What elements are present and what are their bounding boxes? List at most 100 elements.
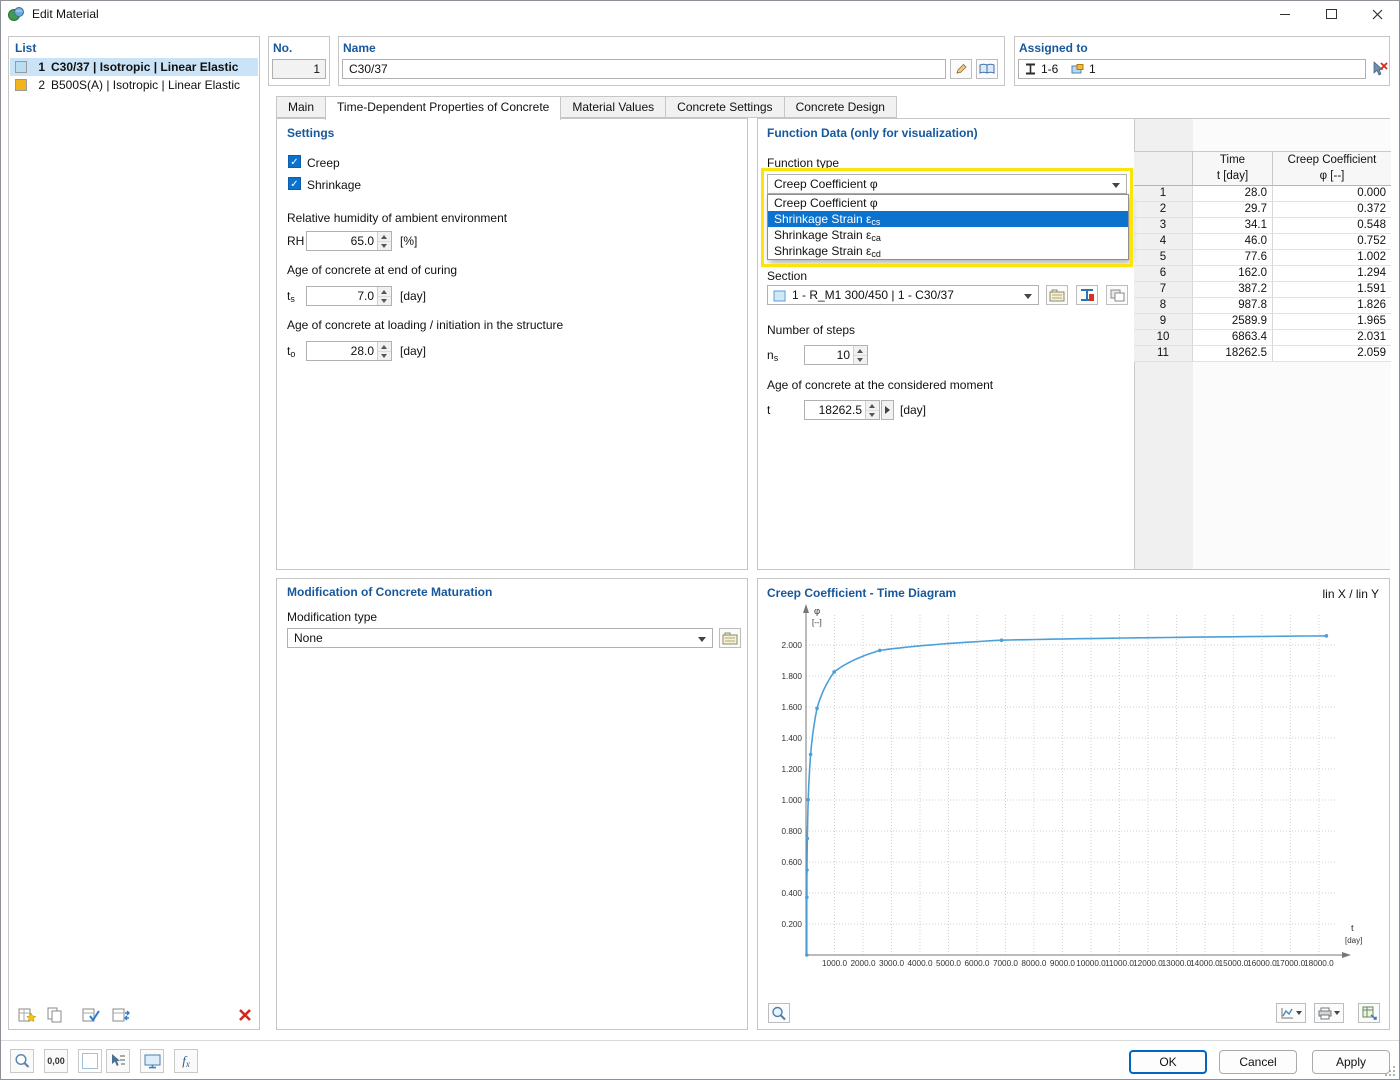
apply-button[interactable]: Apply [1312,1050,1390,1074]
section-info-button[interactable] [1076,285,1098,305]
ts-input[interactable]: 7.0 [306,286,392,306]
steps-spinner [853,346,867,364]
deselect-icon [1371,61,1388,77]
section-library-button[interactable] [1046,285,1068,305]
step-forward-button[interactable] [881,400,894,420]
assigned-members: 1-6 [1041,62,1058,76]
table-row[interactable]: 6162.01.294 [1134,266,1391,282]
spinner-down-button[interactable] [378,297,391,306]
age-input[interactable]: 18262.5 [804,400,880,420]
function-type-combo[interactable]: Creep Coefficient φ [767,174,1127,194]
footer-bar: 0,00 fx OK Cancel Apply [0,1040,1400,1080]
table-row[interactable]: 106863.42.031 [1134,330,1391,346]
material-name-input[interactable]: C30/37 [342,59,946,79]
dropdown-option[interactable]: Shrinkage Strain εca [768,227,1128,243]
minimize-button[interactable] [1262,0,1308,28]
svg-text:15000.0: 15000.0 [1219,959,1249,968]
table-row[interactable]: 577.61.002 [1134,250,1391,266]
dropdown-option[interactable]: Shrinkage Strain εcs [768,211,1128,227]
spinner-up-button[interactable] [378,232,391,242]
decimal-places-button[interactable]: 0,00 [44,1049,68,1073]
material-library-button[interactable] [976,59,998,79]
maturation-library-button[interactable] [719,628,741,648]
dropdown-option[interactable]: Shrinkage Strain εcd [768,243,1128,259]
t0-input[interactable]: 28.0 [306,341,392,361]
diagram-type-button[interactable] [1276,1003,1306,1023]
table-row[interactable]: 7387.21.591 [1134,282,1391,298]
spinner-down-button[interactable] [866,411,879,420]
new-material-button[interactable] [15,1005,39,1025]
dropdown-option[interactable]: Creep Coefficient φ [768,195,1128,211]
age-label: t [767,403,770,417]
pick-button[interactable] [106,1049,130,1073]
tab-concrete-settings[interactable]: Concrete Settings [665,96,783,118]
new-material-icon [18,1007,36,1023]
section-info-icon [1079,288,1095,302]
export-icon [1362,1006,1377,1020]
table-row[interactable]: 92589.91.965 [1134,314,1391,330]
shrinkage-checkbox[interactable] [288,177,301,190]
settings-panel: Settings Creep Shrinkage Relative humidi… [276,118,748,570]
rename-button[interactable] [950,59,972,79]
age-caption: Age of concrete at the considered moment [767,378,993,392]
import-material-button[interactable] [109,1005,133,1025]
display-settings-button[interactable] [140,1049,164,1073]
new-section-button[interactable] [1106,285,1128,305]
table-row[interactable]: 229.70.372 [1134,202,1391,218]
table-row[interactable]: 128.00.000 [1134,186,1391,202]
svg-text:14000.0: 14000.0 [1190,959,1220,968]
material-number-value: 1 [313,62,320,76]
steps-input[interactable]: 10 [804,345,868,365]
tab-main[interactable]: Main [276,96,325,118]
section-combo[interactable]: 1 - R_M1 300/450 | 1 - C30/37 [767,285,1039,305]
spinner-down-button[interactable] [378,242,391,251]
export-button[interactable] [1358,1003,1380,1023]
deselect-button[interactable] [1368,59,1390,79]
blank-swatch-icon [82,1053,98,1069]
spinner-up-button[interactable] [378,342,391,352]
settings-title: Settings [287,126,334,140]
spinner-up-button[interactable] [378,287,391,297]
maturation-title: Modification of Concrete Maturation [287,585,492,599]
spinner-up-button[interactable] [854,346,867,356]
delete-material-button[interactable] [233,1005,257,1025]
svg-text:0.800: 0.800 [782,827,803,836]
creep-checkbox[interactable] [288,155,301,168]
resize-grip[interactable] [1384,1065,1396,1077]
svg-text:[--]: [--] [812,618,822,627]
name-label: Name [343,41,376,55]
check-materials-button[interactable] [79,1005,103,1025]
ts-value: 7.0 [357,289,374,303]
table-row[interactable]: 334.10.548 [1134,218,1391,234]
svg-text:1.600: 1.600 [782,703,803,712]
list-item-c3037[interactable]: 1 C30/37 | Isotropic | Linear Elastic [10,58,258,76]
print-button[interactable] [1314,1003,1344,1023]
close-button[interactable] [1354,0,1400,28]
function-type-label: Function type [767,156,839,170]
steps-value: 10 [837,348,850,362]
color-scheme-button[interactable] [78,1049,102,1073]
tab-material-values[interactable]: Material Values [561,96,665,118]
list-item-b500s[interactable]: 2 B500S(A) | Isotropic | Linear Elastic [10,76,258,94]
shrinkage-label: Shrinkage [307,178,361,192]
spinner-down-button[interactable] [854,356,867,365]
tab-concrete-design[interactable]: Concrete Design [784,96,897,118]
zoom-reset-button[interactable] [768,1003,790,1023]
maximize-button[interactable] [1308,0,1354,28]
copy-material-button[interactable] [43,1005,67,1025]
member-icon [1025,63,1036,75]
table-row[interactable]: 8987.81.826 [1134,298,1391,314]
rh-input[interactable]: 65.0 [306,231,392,251]
table-row[interactable]: 446.00.752 [1134,234,1391,250]
decimal-places-label: 0,00 [47,1056,65,1066]
ok-button[interactable]: OK [1129,1050,1207,1074]
find-button[interactable] [10,1049,34,1073]
table-row[interactable]: 1118262.52.059 [1134,346,1391,362]
tab-time-dependent[interactable]: Time-Dependent Properties of Concrete [325,96,561,120]
function-editor-button[interactable]: fx [174,1049,198,1073]
modification-type-combo[interactable]: None [287,628,713,648]
spinner-down-button[interactable] [378,352,391,361]
ts-label: ts [287,289,295,304]
spinner-up-button[interactable] [866,401,879,411]
cancel-button[interactable]: Cancel [1219,1050,1297,1074]
